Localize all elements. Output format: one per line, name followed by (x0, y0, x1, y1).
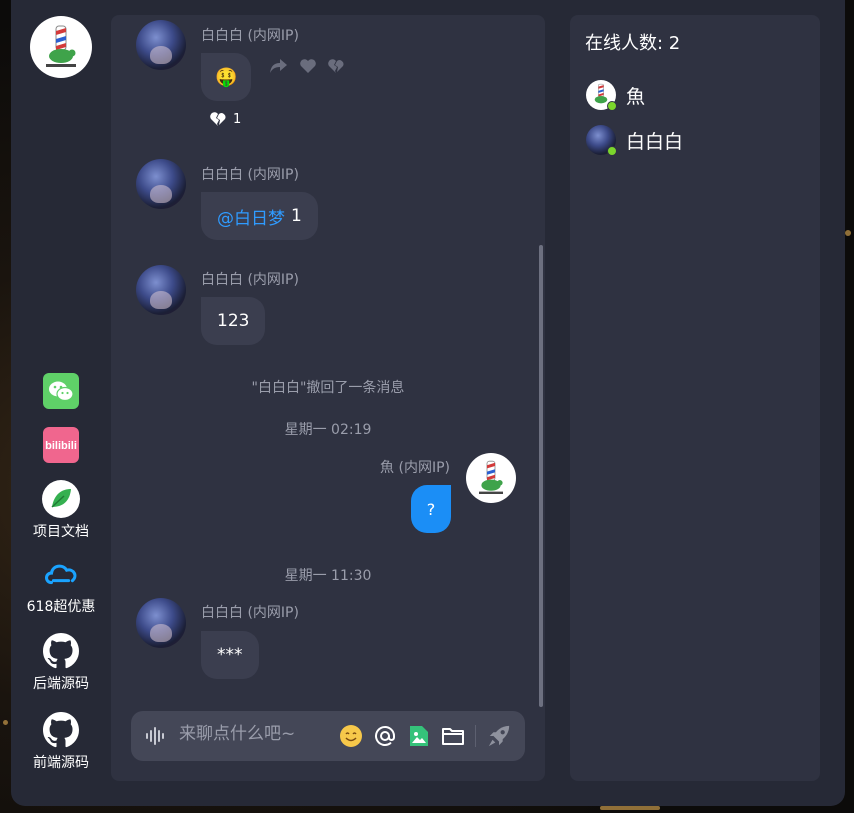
user-avatar[interactable] (30, 16, 92, 78)
bilibili-icon: bilibili (42, 426, 80, 464)
docs-link[interactable]: 项目文档 (11, 480, 111, 541)
avatar[interactable] (136, 159, 186, 209)
backend-source-link[interactable]: 后端源码 (11, 632, 111, 693)
my-avatar[interactable] (466, 453, 516, 503)
at-mention-icon[interactable] (373, 724, 397, 748)
my-message-bubble[interactable]: ? (411, 485, 451, 533)
left-sidebar: bilibili 项目文档 618超优惠 后端源码 前端源码 (11, 0, 111, 806)
message-bubble[interactable]: *** (201, 631, 259, 679)
online-status-dot (607, 101, 617, 111)
mention-link[interactable]: @白日梦 (217, 204, 285, 229)
message-text: ? (426, 499, 436, 519)
backend-source-label: 后端源码 (33, 676, 89, 692)
message-item (136, 20, 186, 70)
avatar (586, 80, 617, 111)
message-sender: 白白白 (内网IP) (201, 167, 299, 183)
barber-pole-turtle-icon (46, 25, 76, 67)
avatar[interactable] (136, 598, 186, 648)
online-user-item[interactable]: 白白白 (586, 125, 684, 156)
message-actions (269, 57, 345, 79)
timestamp-divider: 星期一 02:19 (284, 422, 372, 438)
chat-panel: 白白白 (内网IP) 🤑 1 白白白 (内网IP) @白日梦 1 白白白 (内网… (111, 15, 545, 781)
recall-notice: "白白白"撤回了一条消息 (251, 380, 405, 396)
voice-wave-icon[interactable] (143, 724, 167, 748)
cloud-promo-label: 618超优惠 (26, 599, 96, 615)
docs-label: 项目文档 (33, 524, 89, 540)
broken-heart-icon[interactable] (327, 58, 345, 78)
broken-heart-icon (210, 112, 226, 126)
share-icon[interactable] (269, 57, 289, 79)
timestamp-divider: 星期一 11:30 (284, 568, 372, 584)
send-rocket-icon[interactable] (487, 724, 511, 748)
composer-divider (475, 725, 476, 747)
avatar[interactable] (136, 20, 186, 70)
avatar (586, 125, 617, 156)
message-bubble[interactable]: @白日梦 1 (201, 192, 318, 240)
reaction-badge[interactable]: 1 (209, 111, 241, 127)
message-item (136, 598, 186, 648)
wallpaper-spark (600, 806, 660, 810)
message-text: 123 (217, 311, 250, 331)
wallpaper-spark (3, 720, 8, 725)
barber-pole-turtle-icon (479, 460, 503, 494)
message-sender: 白白白 (内网IP) (201, 28, 299, 44)
wechat-icon (42, 372, 80, 410)
online-status-dot (607, 146, 617, 156)
message-bubble[interactable]: 123 (201, 297, 266, 345)
my-message-sender: 魚 (内网IP) (380, 460, 450, 476)
online-users-panel: 在线人数: 2 魚 白白白 (570, 15, 820, 781)
avatar[interactable] (136, 265, 186, 315)
money-face-emoji: 🤑 (215, 66, 238, 88)
cloud-icon (42, 555, 80, 593)
wallpaper-spark (845, 230, 851, 236)
message-sender: 白白白 (内网IP) (201, 272, 299, 288)
wechat-link[interactable] (11, 372, 111, 410)
message-composer (131, 711, 525, 761)
message-sender: 白白白 (内网IP) (201, 605, 299, 621)
frontend-source-link[interactable]: 前端源码 (11, 711, 111, 772)
reaction-count: 1 (233, 111, 242, 127)
svg-text:bilibili: bilibili (45, 440, 77, 452)
folder-icon[interactable] (441, 724, 465, 748)
message-bubble[interactable]: 🤑 (201, 53, 252, 101)
online-user-item[interactable]: 魚 (586, 80, 646, 111)
message-input[interactable] (179, 724, 329, 744)
cloud-promo-link[interactable]: 618超优惠 (11, 555, 111, 616)
chat-window: bilibili 项目文档 618超优惠 后端源码 前端源码 白白白 (内网IP… (11, 0, 845, 806)
message-text: 1 (291, 206, 302, 226)
message-item (136, 265, 186, 315)
online-user-name: 白白白 (626, 130, 684, 153)
github-icon (42, 711, 80, 749)
bilibili-link[interactable]: bilibili (11, 426, 111, 464)
online-user-name: 魚 (626, 85, 646, 108)
online-count-title: 在线人数: 2 (585, 33, 681, 54)
like-heart-icon[interactable] (299, 58, 317, 78)
chat-scrollbar[interactable] (539, 245, 543, 707)
message-item (136, 159, 186, 209)
message-text: *** (217, 645, 243, 665)
emoji-icon[interactable] (339, 724, 363, 748)
image-upload-icon[interactable] (407, 724, 431, 748)
frontend-source-label: 前端源码 (33, 755, 89, 771)
leaf-icon (42, 480, 80, 518)
github-icon (42, 632, 80, 670)
